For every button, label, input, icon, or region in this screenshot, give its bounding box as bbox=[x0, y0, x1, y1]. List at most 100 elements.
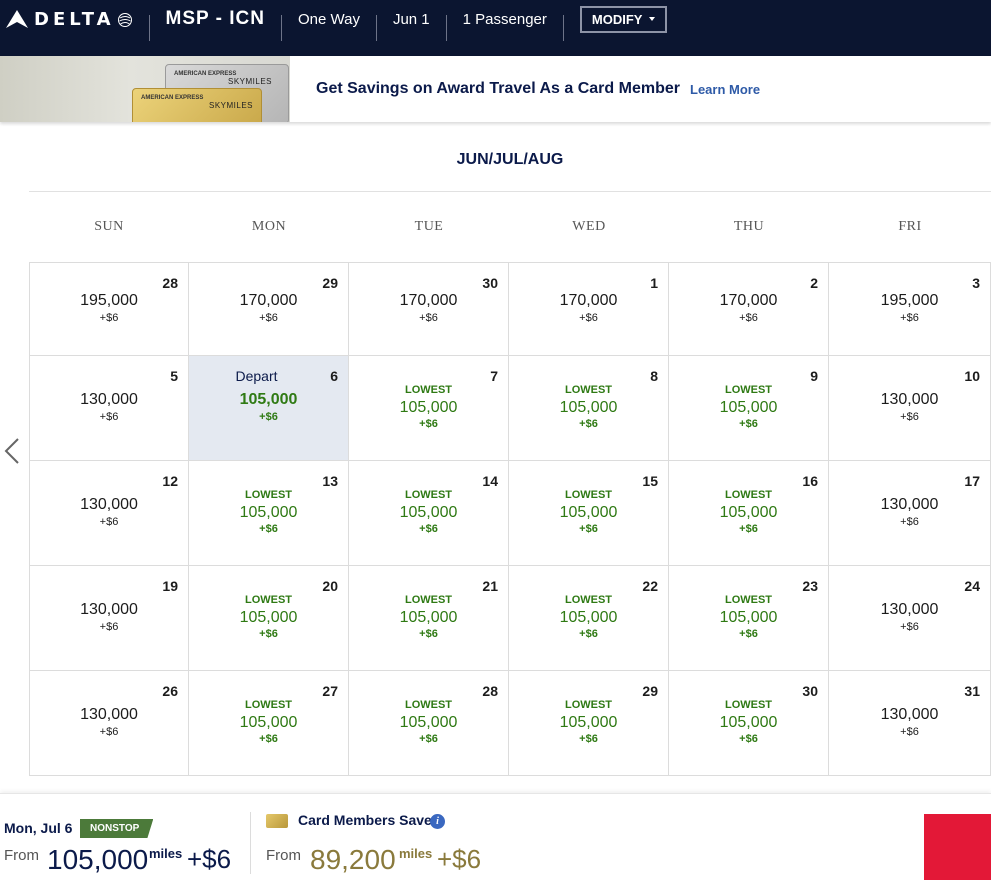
calendar-day-cell[interactable]: 8 LOWEST 105,000 +$6 bbox=[509, 356, 669, 461]
selection-summary-bar: Mon, Jul 6 NONSTOP From 105,000 miles +$… bbox=[0, 793, 991, 893]
calendar-day-cell[interactable]: 20 LOWEST 105,000 +$6 bbox=[189, 566, 349, 671]
top-navigation-bar: DELTA MSP - ICN One Way Jun 1 1 Passenge… bbox=[0, 0, 991, 56]
lowest-fare-label: LOWEST bbox=[244, 699, 293, 711]
fee-price: +$6 bbox=[739, 733, 758, 745]
miles-price: 105,000 bbox=[239, 609, 298, 626]
calendar-day-cell[interactable]: 23 LOWEST 105,000 +$6 bbox=[669, 566, 829, 671]
card-program-text: SKYMILES bbox=[209, 101, 254, 110]
fee-price: +$6 bbox=[419, 628, 438, 640]
info-icon[interactable]: i bbox=[430, 814, 445, 829]
day-number: 5 bbox=[170, 368, 178, 384]
selected-date: Mon, Jul 6 bbox=[4, 820, 73, 836]
calendar-day-cell[interactable]: 17 130,000 +$6 bbox=[829, 461, 991, 566]
calendar-day-cell[interactable]: 3 195,000 +$6 bbox=[829, 263, 991, 356]
calendar-day-cell[interactable]: 6 Depart 105,000 +$6 bbox=[189, 356, 349, 461]
fee-price: +$6 bbox=[99, 621, 119, 633]
calendar-day-cell[interactable]: 14 LOWEST 105,000 +$6 bbox=[349, 461, 509, 566]
weekday-label: MON bbox=[251, 219, 287, 234]
calendar-day-cell[interactable]: 7 LOWEST 105,000 +$6 bbox=[349, 356, 509, 461]
calendar-day-cell[interactable]: 15 LOWEST 105,000 +$6 bbox=[509, 461, 669, 566]
miles-price: 130,000 bbox=[80, 496, 138, 513]
learn-more-link[interactable]: Learn More bbox=[690, 82, 760, 97]
card-miles-unit: miles bbox=[399, 846, 433, 861]
day-number: 26 bbox=[162, 683, 178, 699]
day-number: 15 bbox=[642, 473, 658, 489]
fee-price: +$6 bbox=[259, 312, 278, 324]
calendar-day-cell[interactable]: 12 130,000 +$6 bbox=[30, 461, 189, 566]
globe-icon bbox=[117, 13, 132, 27]
lowest-fare-label: LOWEST bbox=[404, 699, 453, 711]
fee-price: +$6 bbox=[579, 312, 598, 324]
gold-card: AMERICAN EXPRESS SKYMILES bbox=[132, 88, 262, 122]
continue-button[interactable] bbox=[924, 814, 991, 880]
lowest-fare-label: LOWEST bbox=[404, 594, 453, 606]
fee-price: +$6 bbox=[419, 418, 438, 430]
day-number: 30 bbox=[482, 275, 498, 291]
header-divider bbox=[562, 15, 564, 41]
route-label: MSP - ICN bbox=[165, 8, 265, 29]
calendar-day-cell[interactable]: 24 130,000 +$6 bbox=[829, 566, 991, 671]
modify-button[interactable]: MODIFY bbox=[579, 5, 668, 33]
calendar-day-cell[interactable]: 29 170,000 +$6 bbox=[189, 263, 349, 356]
calendar-day-cell[interactable]: 28 195,000 +$6 bbox=[30, 263, 189, 356]
miles-price: 105,000 bbox=[47, 844, 149, 875]
lowest-fare-label: LOWEST bbox=[724, 489, 773, 501]
header-divider bbox=[375, 15, 377, 41]
day-number: 31 bbox=[964, 683, 980, 699]
lowest-fare-label: LOWEST bbox=[564, 699, 613, 711]
weekday-label: SUN bbox=[94, 219, 124, 234]
fee-price: +$6 bbox=[259, 733, 278, 745]
lowest-fare-label: LOWEST bbox=[244, 594, 293, 606]
card-miles-price: 89,200 bbox=[310, 844, 396, 875]
fee-price: +$6 bbox=[900, 516, 919, 528]
lowest-fare-label: LOWEST bbox=[564, 594, 613, 606]
credit-card-image: AMERICAN EXPRESS SKYMILES AMERICAN EXPRE… bbox=[0, 56, 290, 122]
footer-divider bbox=[250, 812, 251, 874]
fee-price: +$6 bbox=[259, 628, 278, 640]
chevron-left-icon[interactable] bbox=[3, 437, 21, 465]
calendar-day-cell[interactable]: 19 130,000 +$6 bbox=[30, 566, 189, 671]
miles-price: 130,000 bbox=[880, 496, 939, 513]
calendar-day-cell[interactable]: 9 LOWEST 105,000 +$6 bbox=[669, 356, 829, 461]
day-number: 29 bbox=[642, 683, 658, 699]
calendar-day-cell[interactable]: 30 170,000 +$6 bbox=[349, 263, 509, 356]
calendar-day-cell[interactable]: 21 LOWEST 105,000 +$6 bbox=[349, 566, 509, 671]
calendar-day-cell[interactable]: 16 LOWEST 105,000 +$6 bbox=[669, 461, 829, 566]
card-fee-price: +$6 bbox=[437, 844, 482, 874]
calendar-day-cell[interactable]: 29 LOWEST 105,000 +$6 bbox=[509, 671, 669, 776]
calendar-day-cell[interactable]: 10 130,000 +$6 bbox=[829, 356, 991, 461]
miles-price: 105,000 bbox=[399, 714, 458, 731]
miles-price: 105,000 bbox=[719, 504, 778, 521]
caret-down-icon bbox=[649, 17, 656, 21]
fee-price: +$6 bbox=[579, 418, 598, 430]
from-label: From bbox=[4, 847, 39, 864]
calendar-day-cell[interactable]: 5 130,000 +$6 bbox=[30, 356, 189, 461]
calendar-day-cell[interactable]: 13 LOWEST 105,000 +$6 bbox=[189, 461, 349, 566]
miles-price: 170,000 bbox=[559, 292, 618, 309]
calendar-day-cell[interactable]: 27 LOWEST 105,000 +$6 bbox=[189, 671, 349, 776]
calendar-day-cell[interactable]: 22 LOWEST 105,000 +$6 bbox=[509, 566, 669, 671]
fee-price: +$6 bbox=[900, 726, 919, 738]
fee-price: +$6 bbox=[187, 844, 232, 874]
fare-calendar: JUN/JUL/AUG SUN MON TUE WED THU FRI 28 19… bbox=[29, 128, 991, 776]
miles-unit: miles bbox=[149, 846, 183, 861]
lowest-fare-label: LOWEST bbox=[724, 699, 773, 711]
fee-price: +$6 bbox=[900, 621, 919, 633]
weekday-header: SUN MON TUE WED THU FRI bbox=[29, 192, 991, 262]
calendar-day-cell[interactable]: 28 LOWEST 105,000 +$6 bbox=[349, 671, 509, 776]
fee-price: +$6 bbox=[739, 312, 758, 324]
calendar-day-cell[interactable]: 30 LOWEST 105,000 +$6 bbox=[669, 671, 829, 776]
header-divider bbox=[148, 15, 150, 41]
miles-price: 105,000 bbox=[719, 609, 778, 626]
day-number: 27 bbox=[322, 683, 338, 699]
miles-price: 105,000 bbox=[399, 399, 458, 416]
calendar-day-cell[interactable]: 31 130,000 +$6 bbox=[829, 671, 991, 776]
miles-price: 130,000 bbox=[880, 706, 939, 723]
calendar-day-cell[interactable]: 1 170,000 +$6 bbox=[509, 263, 669, 356]
card-members-save-label: Card Members Save bbox=[298, 812, 432, 828]
fee-price: +$6 bbox=[259, 523, 278, 535]
calendar-day-cell[interactable]: 2 170,000 +$6 bbox=[669, 263, 829, 356]
delta-logo[interactable]: DELTA bbox=[0, 0, 133, 56]
calendar-day-cell[interactable]: 26 130,000 +$6 bbox=[30, 671, 189, 776]
weekday-label: TUE bbox=[414, 219, 444, 234]
